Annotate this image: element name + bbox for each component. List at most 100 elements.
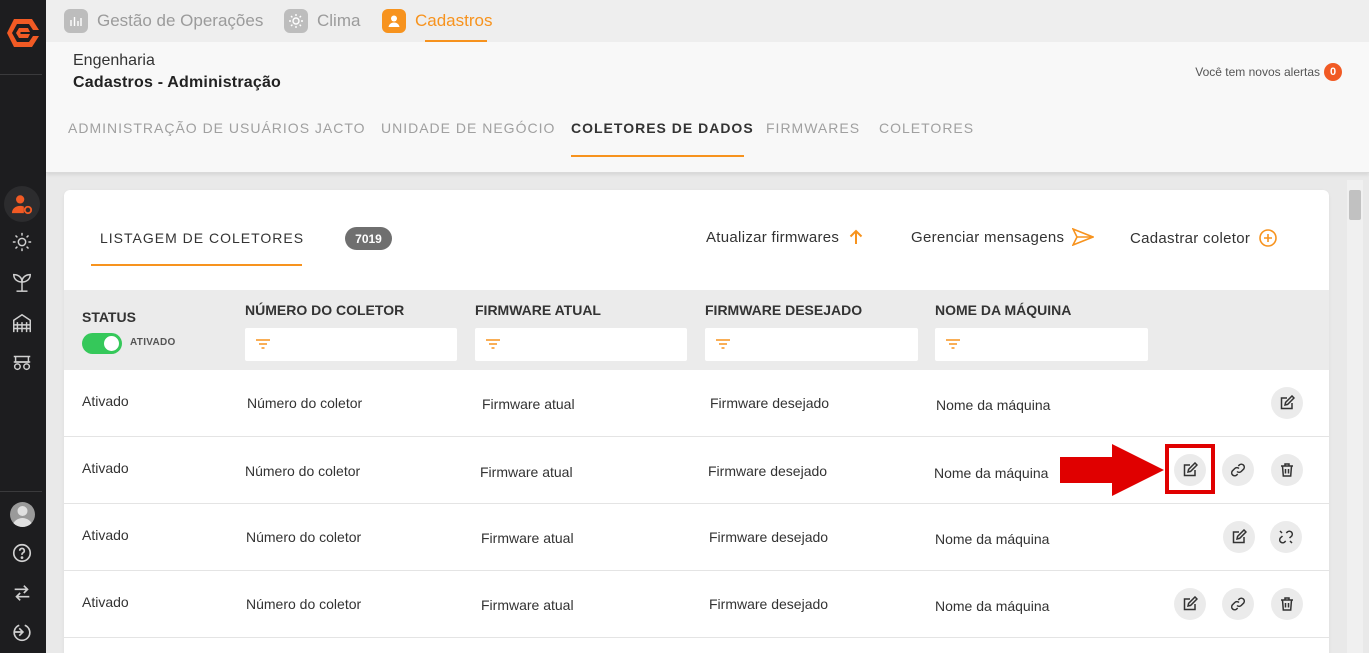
cell-numero: Número do coletor — [245, 463, 361, 479]
sidebar-item-agricultura[interactable] — [7, 267, 37, 297]
status-toggle-label: ATIVADO — [130, 337, 176, 348]
action-label: Gerenciar mensagens — [911, 228, 1065, 246]
filter-numero-field[interactable] — [277, 328, 453, 361]
alerts-notice[interactable]: Você tem novos alertas 0 — [1195, 63, 1342, 81]
delete-button[interactable] — [1271, 454, 1303, 486]
tab-coletores-dados[interactable]: COLETORES DE DADOS — [571, 120, 754, 136]
user-avatar[interactable] — [10, 502, 35, 527]
sidebar-item-operacoes[interactable] — [7, 227, 37, 257]
filter-nome-maquina-field[interactable] — [967, 328, 1144, 361]
cell-firmware-atual: Firmware atual — [481, 530, 574, 546]
unlink-icon — [1278, 530, 1294, 544]
scrollbar-thumb[interactable] — [1349, 190, 1361, 220]
alerts-text: Você tem novos alertas — [1195, 65, 1320, 79]
user-icon — [382, 9, 406, 33]
user-gear-icon — [11, 195, 33, 215]
table-row[interactable]: Ativado Número do coletor Firmware atual… — [64, 370, 1329, 437]
app-tab-label: Clima — [317, 11, 361, 30]
tab-unidade-negocio[interactable]: UNIDADE DE NEGÓCIO — [381, 120, 555, 136]
listing-title[interactable]: LISTAGEM DE COLETORES — [100, 230, 304, 246]
filter-icon — [256, 339, 270, 349]
column-header-firmware-desejado: FIRMWARE DESEJADO — [705, 302, 863, 318]
filter-firmware-atual-field[interactable] — [507, 328, 683, 361]
cell-firmware-desejado: Firmware desejado — [708, 463, 828, 479]
cell-numero: Número do coletor — [246, 596, 362, 612]
filter-firmware-desejado-input[interactable] — [705, 328, 918, 361]
listing-title-indicator — [91, 264, 302, 266]
app-tab-cadastros[interactable]: Cadastros — [382, 0, 492, 42]
swap-arrows-icon — [14, 585, 30, 601]
app-tabs-bar: Gestão de Operações Clima Cadastros — [46, 0, 1369, 42]
column-header-status: STATUS — [82, 309, 136, 325]
filter-icon — [946, 339, 960, 349]
trash-icon — [1281, 463, 1293, 477]
table-row[interactable]: Ativado Número do coletor Firmware atual… — [64, 504, 1329, 571]
sidebar-item-maquinas[interactable] — [7, 347, 37, 377]
send-icon — [1072, 228, 1095, 246]
cell-firmware-atual: Firmware atual — [482, 396, 575, 412]
help-icon — [12, 543, 32, 563]
edit-button[interactable] — [1223, 521, 1255, 553]
sidebar-item-armazem[interactable] — [7, 308, 37, 338]
delete-button[interactable] — [1271, 588, 1303, 620]
tractor-icon — [13, 355, 31, 371]
chart-icon — [64, 9, 88, 33]
filter-numero-input[interactable] — [245, 328, 457, 361]
annotation-arrow-icon — [1060, 444, 1164, 496]
logout-icon — [13, 624, 31, 642]
collectors-card: LISTAGEM DE COLETORES 7019 Atualizar fir… — [64, 190, 1329, 653]
cell-firmware-desejado: Firmware desejado — [709, 529, 829, 545]
status-filter-toggle[interactable] — [82, 333, 122, 354]
app-tab-clima[interactable]: Clima — [284, 0, 360, 42]
cell-nome-maquina: Nome da máquina — [935, 531, 1050, 547]
update-firmwares-button[interactable]: Atualizar firmwares — [706, 228, 865, 246]
cell-firmware-desejado: Firmware desejado — [710, 395, 830, 411]
app-tab-gestao[interactable]: Gestão de Operações — [64, 0, 263, 42]
gear-cycle-icon — [12, 232, 32, 252]
table-header: STATUS ATIVADO NÚMERO DO COLETOR FIRMWAR… — [64, 290, 1329, 370]
jacto-logo-icon[interactable] — [6, 16, 40, 50]
edit-button[interactable] — [1174, 588, 1206, 620]
tab-firmwares[interactable]: FIRMWARES — [766, 120, 860, 136]
sidebar-item-cadastros[interactable] — [4, 186, 40, 222]
filter-nome-maquina-input[interactable] — [935, 328, 1148, 361]
filter-firmware-desejado-field[interactable] — [737, 328, 914, 361]
unlink-button[interactable] — [1270, 521, 1302, 553]
link-button[interactable] — [1222, 588, 1254, 620]
edit-button[interactable] — [1271, 387, 1303, 419]
link-icon — [1230, 463, 1246, 477]
filter-firmware-atual-input[interactable] — [475, 328, 687, 361]
column-header-firmware-atual: FIRMWARE ATUAL — [475, 302, 601, 318]
cell-nome-maquina: Nome da máquina — [935, 598, 1050, 614]
action-label: Cadastrar coletor — [1130, 229, 1251, 247]
tab-coletores[interactable]: COLETORES — [879, 120, 974, 136]
plant-icon — [13, 273, 31, 292]
cell-status: Ativado — [82, 460, 129, 476]
register-collector-button[interactable]: Cadastrar coletor — [1130, 228, 1278, 248]
sidebar-item-logout[interactable] — [7, 617, 37, 647]
sidebar-divider — [0, 491, 42, 492]
page-header: Engenharia Cadastros - Administração Voc… — [46, 42, 1369, 173]
column-header-numero: NÚMERO DO COLETOR — [245, 302, 405, 318]
link-button[interactable] — [1222, 454, 1254, 486]
link-icon — [1230, 597, 1246, 611]
edit-icon — [1183, 596, 1198, 611]
cell-firmware-atual: Firmware atual — [480, 464, 573, 480]
page-scrollbar[interactable] — [1347, 180, 1363, 653]
plus-circle-icon — [1259, 229, 1277, 247]
filter-icon — [716, 339, 730, 349]
manage-messages-button[interactable]: Gerenciar mensagens — [911, 228, 1095, 246]
column-header-nome-maquina: NOME DA MÁQUINA — [935, 302, 1072, 318]
table-row[interactable]: Ativado Número do coletor Firmware atual… — [64, 571, 1329, 638]
cell-status: Ativado — [82, 393, 129, 409]
tab-administracao-usuarios[interactable]: ADMINISTRAÇÃO DE USUÁRIOS JACTO — [68, 120, 366, 136]
arrow-up-icon — [850, 229, 863, 244]
sidebar-item-help[interactable] — [7, 538, 37, 568]
cell-nome-maquina: Nome da máquina — [934, 465, 1049, 481]
page-title: Cadastros - Administração — [73, 74, 282, 91]
app-tab-label: Gestão de Operações — [97, 11, 264, 30]
sidebar-item-switch[interactable] — [7, 578, 37, 608]
filter-icon — [486, 339, 500, 349]
cell-numero: Número do coletor — [247, 395, 363, 411]
person-icon — [12, 506, 33, 527]
